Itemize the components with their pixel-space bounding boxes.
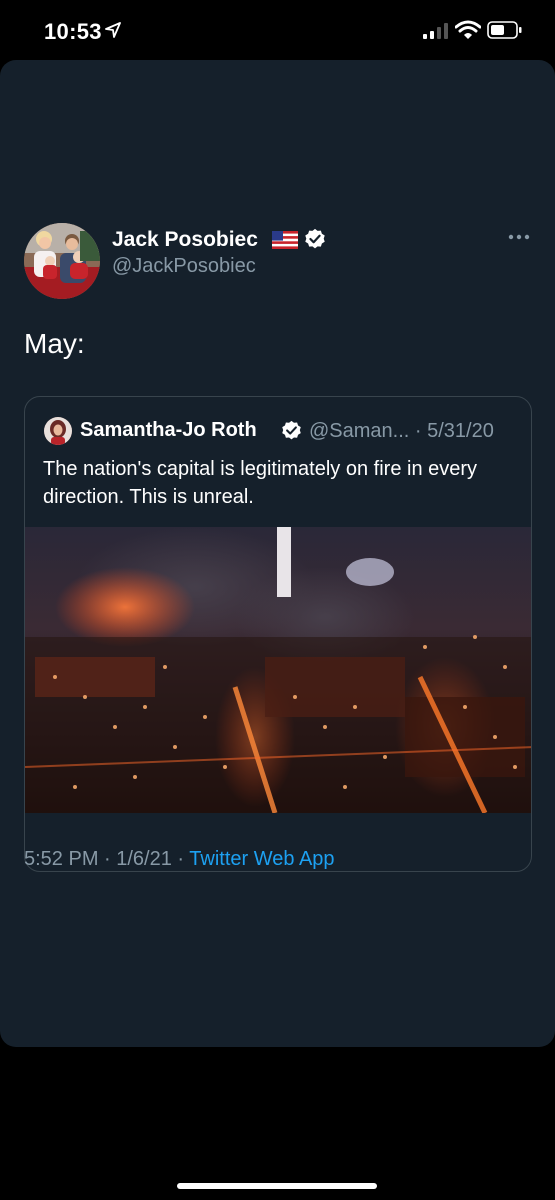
battery-icon bbox=[487, 21, 522, 39]
quoted-tweet[interactable]: Samantha-Jo Roth @Saman... · 5/31/20 The… bbox=[24, 396, 532, 872]
quoted-author-name[interactable]: Samantha-Jo Roth bbox=[80, 419, 257, 442]
tweet-meta: 5:52 PM · 1/6/21 · Twitter Web App bbox=[24, 848, 335, 871]
author-name[interactable]: Jack Posobiec bbox=[112, 228, 258, 252]
tweet-source-link[interactable]: Twitter Web App bbox=[189, 848, 334, 870]
quoted-author-handle[interactable]: @Saman... · 5/31/20 bbox=[309, 420, 494, 443]
status-time: 10:53 bbox=[44, 19, 102, 44]
cellular-signal-icon bbox=[423, 23, 448, 39]
quoted-verified-icon bbox=[282, 420, 301, 440]
wifi-icon bbox=[455, 20, 481, 39]
tweet-timestamp[interactable]: 5:52 PM · 1/6/21 · bbox=[24, 848, 189, 870]
quoted-media-photo[interactable] bbox=[25, 527, 532, 813]
us-flag-icon bbox=[272, 231, 298, 249]
home-indicator[interactable] bbox=[177, 1183, 377, 1189]
avatar[interactable] bbox=[24, 223, 100, 299]
more-options-icon[interactable] bbox=[508, 232, 530, 242]
tweet-text: May: bbox=[24, 328, 85, 359]
quoted-avatar-photo bbox=[44, 417, 72, 445]
location-arrow-icon bbox=[105, 22, 121, 38]
quoted-avatar[interactable] bbox=[44, 417, 72, 445]
avatar-photo bbox=[24, 223, 100, 299]
author-handle[interactable]: @JackPosobiec bbox=[112, 255, 256, 278]
verified-icon bbox=[305, 228, 325, 249]
screen: 10:53 Jack Posobiec @JackPosobiec May: S… bbox=[0, 0, 555, 1200]
quoted-tweet-text: The nation's capital is legitimately on … bbox=[43, 458, 478, 508]
tweet-card[interactable]: Jack Posobiec @JackPosobiec May: Samanth… bbox=[0, 60, 555, 1047]
status-bar: 10:53 bbox=[0, 0, 555, 62]
